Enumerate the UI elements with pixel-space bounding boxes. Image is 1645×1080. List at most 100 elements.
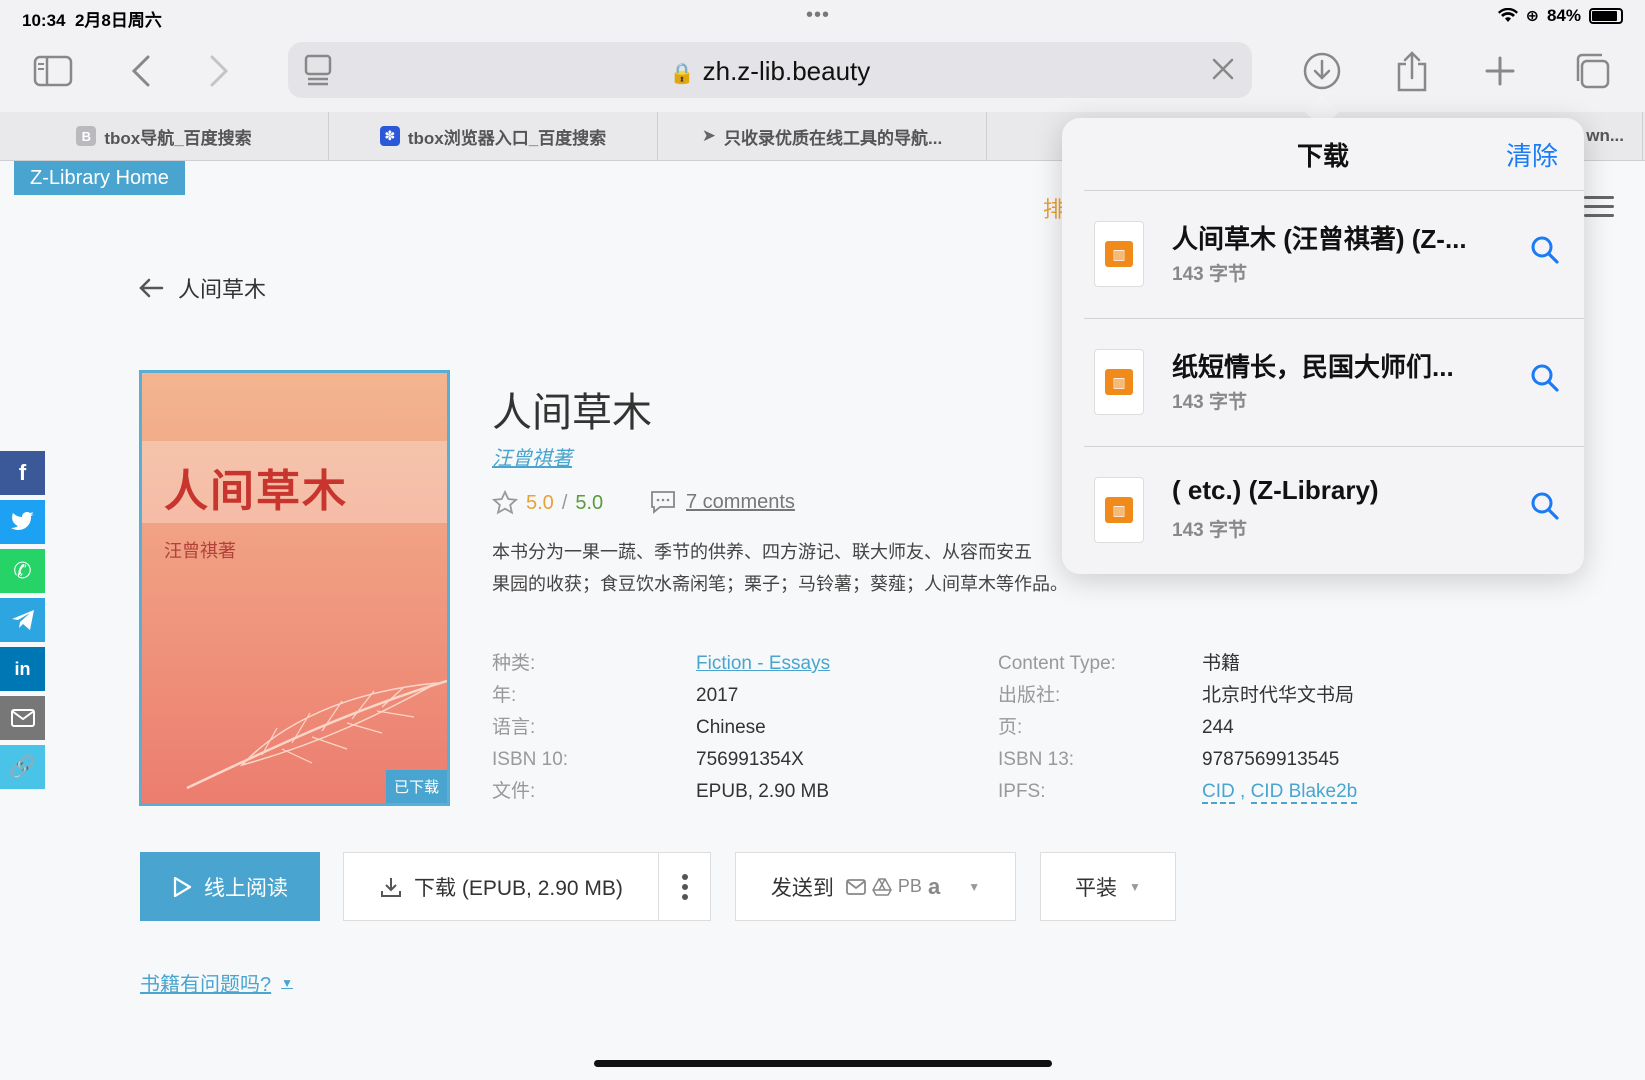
prop-pages: 244 bbox=[1202, 717, 1234, 738]
category-link[interactable]: Fiction - Essays bbox=[696, 653, 830, 674]
prop-label: 页: bbox=[998, 717, 1023, 738]
comment-icon bbox=[651, 491, 675, 514]
address-bar[interactable]: 🔒 zh.z-lib.beauty bbox=[288, 42, 1252, 98]
whatsapp-icon[interactable]: ✆ bbox=[0, 549, 45, 593]
copy-link-icon[interactable]: 🔗 bbox=[0, 745, 45, 789]
send-targets: PB a bbox=[846, 874, 940, 900]
comments-link[interactable]: 7 comments bbox=[650, 490, 795, 514]
prop-label: 语言: bbox=[492, 717, 536, 738]
prop-label: ISBN 10: bbox=[492, 749, 569, 770]
sidebar-toggle-icon[interactable] bbox=[30, 48, 76, 94]
download-item[interactable]: ▥ 纸短情长，民国大师们... 143 字节 bbox=[1084, 318, 1584, 446]
email-icon bbox=[846, 878, 866, 895]
properties-labels-right: Content Type: 出版社: 页: ISBN 13: IPFS: bbox=[998, 648, 1116, 808]
twitter-icon[interactable] bbox=[0, 500, 45, 544]
tab-2[interactable]: ✽ tbox浏览器入口_百度搜索 bbox=[329, 112, 658, 160]
book-author-link[interactable]: 汪曾祺著 bbox=[492, 442, 572, 471]
tab-1[interactable]: Btbox导航_百度搜索 bbox=[0, 112, 329, 160]
linkedin-icon[interactable]: in bbox=[0, 647, 45, 691]
properties-values-left: Fiction - Essays 2017 Chinese 756991354X… bbox=[696, 648, 830, 808]
tab-label: tbox导航_百度搜索 bbox=[104, 128, 252, 148]
star-icon bbox=[492, 490, 518, 515]
email-share-icon[interactable] bbox=[0, 696, 45, 740]
arrow-left-icon bbox=[139, 278, 164, 298]
status-time: 10:34 2月8日周六 bbox=[22, 11, 162, 30]
multitask-dots[interactable]: ••• bbox=[806, 4, 830, 27]
book-file-icon: ▥ bbox=[1094, 221, 1144, 287]
binding-select[interactable]: 平装 ▼ bbox=[1040, 852, 1176, 921]
back-nav-icon[interactable] bbox=[118, 48, 164, 94]
pocketbook-label: PB bbox=[897, 876, 922, 896]
download-name: ( etc.) (Z-Library) bbox=[1172, 475, 1379, 505]
back-link[interactable]: 人间草木 bbox=[138, 272, 266, 304]
prop-isbn10: 756991354X bbox=[696, 749, 804, 770]
wifi-icon bbox=[1497, 8, 1518, 22]
cid-blake2b-link[interactable]: CID Blake2b bbox=[1250, 781, 1358, 804]
book-rating[interactable]: 5.0 / 5.0 bbox=[492, 490, 603, 516]
cid-link[interactable]: CID bbox=[1202, 781, 1235, 804]
send-to-button[interactable]: 发送到 PB a ▼ bbox=[735, 852, 1016, 921]
new-tab-icon[interactable] bbox=[1477, 48, 1523, 94]
status-right: ⊕ 84% bbox=[1497, 6, 1623, 26]
report-problem-link[interactable]: 书籍有问题吗? ▼ bbox=[140, 968, 293, 997]
z-library-home-link[interactable]: Z-Library Home bbox=[14, 161, 185, 195]
book-description: 本书分为一果一蔬、季节的供养、四方游记、联大师友、从容而安五 果园的收获；食豆饮… bbox=[492, 536, 1092, 600]
download-size: 143 字节 bbox=[1172, 264, 1247, 285]
share-icon[interactable] bbox=[1389, 48, 1435, 94]
url-text[interactable]: 🔒 zh.z-lib.beauty bbox=[288, 56, 1252, 87]
download-item[interactable]: ▥ ( etc.) (Z-Library) 143 字节 bbox=[1084, 446, 1584, 574]
book-title: 人间草木 bbox=[492, 391, 652, 435]
status-bar: 10:34 2月8日周六 ••• ⊕ 84% bbox=[0, 0, 1645, 34]
search-icon[interactable] bbox=[1530, 363, 1560, 393]
prop-label: 种类: bbox=[492, 653, 536, 674]
social-share-bar: f ✆ in 🔗 bbox=[0, 451, 45, 794]
hamburger-menu-icon[interactable] bbox=[1584, 196, 1614, 223]
cover-author: 汪曾祺著 bbox=[164, 541, 236, 561]
prop-label: 年: bbox=[492, 685, 517, 706]
baidu-icon: ✽ bbox=[379, 126, 400, 146]
prop-file: EPUB, 2.90 MB bbox=[696, 781, 830, 802]
telegram-icon[interactable] bbox=[0, 598, 45, 642]
download-item[interactable]: ▥ 人间草木 (汪曾祺著) (Z-... 143 字节 bbox=[1084, 190, 1584, 318]
prop-label: 出版社: bbox=[998, 685, 1061, 706]
download-button[interactable]: 下载 (EPUB, 2.90 MB) bbox=[343, 852, 659, 921]
book-cover[interactable]: 人间草木 汪曾祺著 已下载 bbox=[139, 370, 450, 806]
read-online-label: 线上阅读 bbox=[204, 876, 288, 900]
tab-3[interactable]: ➤ 只收录优质在线工具的导航... bbox=[658, 112, 987, 160]
more-options-button[interactable] bbox=[658, 852, 711, 921]
description-line: 果园的收获；食豆饮水斋闲笔；栗子；马铃薯；葵薤；人间草木等作品。 bbox=[492, 574, 1068, 594]
home-indicator[interactable] bbox=[594, 1060, 1052, 1067]
prop-label: IPFS: bbox=[998, 781, 1046, 802]
rating-max: 5.0 bbox=[575, 491, 604, 514]
cover-title: 人间草木 bbox=[164, 467, 348, 516]
downloads-popover: 下载 清除 ▥ 人间草木 (汪曾祺著) (Z-... 143 字节 ▥ 纸短情长… bbox=[1062, 118, 1584, 574]
properties-values-right: 书籍 北京时代华文书局 244 9787569913545 CID , CID … bbox=[1202, 648, 1358, 808]
read-online-button[interactable]: 线上阅读 bbox=[140, 852, 320, 921]
search-icon[interactable] bbox=[1530, 491, 1560, 521]
caret-down-icon: ▼ bbox=[968, 879, 981, 894]
clear-url-icon[interactable] bbox=[1210, 56, 1236, 87]
caret-down-icon: ▼ bbox=[1129, 879, 1141, 894]
browser-toolbar: 🔒 zh.z-lib.beauty bbox=[0, 34, 1645, 112]
google-drive-icon bbox=[872, 877, 892, 896]
tab-label: 只收录优质在线工具的导航... bbox=[724, 128, 943, 148]
prop-language: Chinese bbox=[696, 717, 766, 738]
download-name: 纸短情长，民国大师们... bbox=[1172, 352, 1454, 382]
prop-content-type: 书籍 bbox=[1202, 653, 1241, 674]
forward-nav-icon[interactable] bbox=[196, 48, 242, 94]
download-name: 人间草木 (汪曾祺著) (Z-... bbox=[1172, 224, 1467, 254]
cid-separator: , bbox=[1240, 781, 1246, 802]
downloaded-badge: 已下载 bbox=[385, 770, 447, 803]
comments-label: 7 comments bbox=[686, 490, 795, 513]
search-icon[interactable] bbox=[1530, 235, 1560, 265]
downloads-icon[interactable] bbox=[1299, 48, 1345, 94]
facebook-icon[interactable]: f bbox=[0, 451, 45, 495]
properties-labels-left: 种类: 年: 语言: ISBN 10: 文件: bbox=[492, 648, 568, 808]
clear-downloads-button[interactable]: 清除 bbox=[1506, 136, 1558, 173]
tab-overview-icon[interactable] bbox=[1569, 48, 1615, 94]
send-to-label: 发送到 bbox=[770, 876, 834, 900]
prop-publisher: 北京时代华文书局 bbox=[1202, 685, 1355, 706]
lock-icon: 🔒 bbox=[669, 63, 695, 85]
prop-label: 文件: bbox=[492, 781, 536, 802]
amazon-icon: a bbox=[927, 873, 941, 899]
